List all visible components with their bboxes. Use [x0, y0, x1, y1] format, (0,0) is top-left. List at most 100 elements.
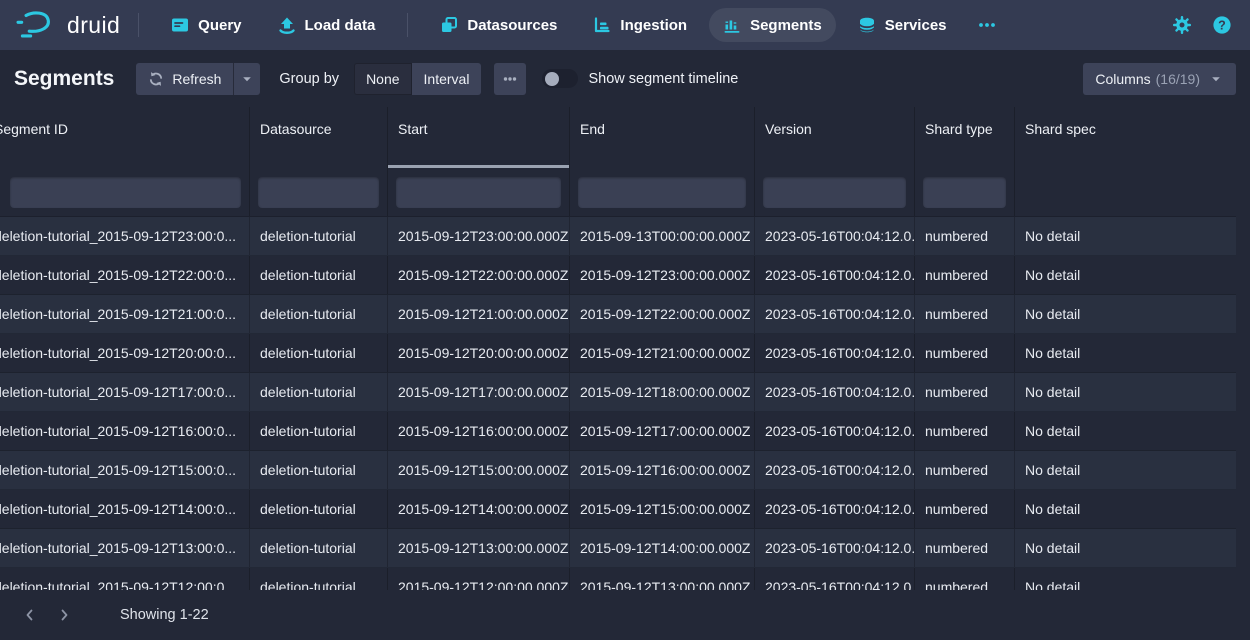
nav-more-button[interactable]	[969, 8, 1005, 42]
group-by-interval-button[interactable]: Interval	[412, 63, 482, 95]
table-cell: 2015-09-12T16:00:00.000Z	[570, 451, 755, 489]
end-filter-input[interactable]	[578, 177, 746, 208]
shard-type-filter-input[interactable]	[923, 177, 1006, 208]
table-cell: No detail	[1015, 451, 1236, 489]
table-cell: 2023-05-16T00:04:12.0...	[755, 295, 915, 333]
table-row[interactable]: deletion-tutorial_2015-09-12T23:00:0...d…	[0, 217, 1236, 256]
load-data-icon	[278, 16, 296, 34]
table-cell: No detail	[1015, 217, 1236, 255]
table-cell: No detail	[1015, 568, 1236, 590]
pagination-bar: Showing 1-22	[0, 590, 1250, 640]
table-row[interactable]: deletion-tutorial_2015-09-12T12:00:0...d…	[0, 568, 1236, 590]
toolbar-more-button[interactable]	[494, 63, 526, 95]
nav-item-load-data[interactable]: Load data	[264, 8, 390, 42]
nav-item-datasources[interactable]: Datasources	[426, 8, 571, 42]
version-filter-input[interactable]	[763, 177, 906, 208]
table-cell: 2015-09-12T13:00:00.000Z	[570, 568, 755, 590]
prev-page-button[interactable]	[16, 601, 44, 629]
table-row[interactable]: deletion-tutorial_2015-09-12T21:00:0...d…	[0, 295, 1236, 334]
segment-id-filter-input[interactable]	[10, 177, 241, 208]
table-row[interactable]: deletion-tutorial_2015-09-12T20:00:0...d…	[0, 334, 1236, 373]
table-row[interactable]: deletion-tutorial_2015-09-12T13:00:0...d…	[0, 529, 1236, 568]
table-cell: 2015-09-12T22:00:00.000Z	[570, 295, 755, 333]
table-cell: deletion-tutorial_2015-09-12T23:00:0...	[0, 217, 250, 255]
table-row[interactable]: deletion-tutorial_2015-09-12T15:00:0...d…	[0, 451, 1236, 490]
group-by-button-group: None Interval	[354, 63, 481, 95]
table-cell: No detail	[1015, 295, 1236, 333]
druid-home-link[interactable]: druid	[16, 10, 120, 41]
column-header-shard-spec[interactable]: Shard spec	[1015, 107, 1236, 168]
start-filter-input[interactable]	[396, 177, 561, 208]
table-cell: deletion-tutorial_2015-09-12T22:00:0...	[0, 256, 250, 294]
more-icon	[977, 16, 997, 34]
column-header-datasource[interactable]: Datasource	[250, 107, 388, 168]
refresh-button[interactable]: Refresh	[136, 63, 233, 95]
table-header-row: Segment ID Datasource Start End Version …	[0, 107, 1236, 168]
filter-cell	[1015, 168, 1236, 216]
column-header-label: Segment ID	[0, 121, 68, 137]
filter-cell	[388, 168, 570, 216]
table-cell: 2023-05-16T00:04:12.0...	[755, 256, 915, 294]
help-button[interactable]: ?	[1212, 15, 1232, 35]
column-header-segment-id[interactable]: Segment ID	[0, 107, 250, 168]
table-cell: deletion-tutorial_2015-09-12T21:00:0...	[0, 295, 250, 333]
segment-timeline-toggle[interactable]	[542, 69, 578, 88]
table-cell: 2015-09-12T12:00:00.000Z	[388, 568, 570, 590]
table-cell: No detail	[1015, 490, 1236, 528]
column-header-shard-type[interactable]: Shard type	[915, 107, 1015, 168]
more-icon	[502, 71, 518, 87]
chevron-down-icon	[239, 71, 255, 87]
table-cell: 2015-09-12T23:00:00.000Z	[388, 217, 570, 255]
group-by-none-button[interactable]: None	[354, 63, 411, 95]
table-cell: deletion-tutorial	[250, 490, 388, 528]
column-header-label: Shard spec	[1025, 121, 1096, 137]
column-header-end[interactable]: End	[570, 107, 755, 168]
nav-item-query[interactable]: Query	[157, 8, 255, 42]
chevron-right-icon	[56, 607, 72, 623]
table-cell: numbered	[915, 334, 1015, 372]
nav-item-label: Ingestion	[620, 17, 687, 34]
table-cell: 2015-09-12T15:00:00.000Z	[570, 490, 755, 528]
table-cell: numbered	[915, 568, 1015, 590]
page-title: Segments	[14, 67, 114, 91]
column-header-version[interactable]: Version	[755, 107, 915, 168]
table-cell: deletion-tutorial_2015-09-12T20:00:0...	[0, 334, 250, 372]
nav-item-label: Segments	[750, 17, 822, 34]
table-row[interactable]: deletion-tutorial_2015-09-12T14:00:0...d…	[0, 490, 1236, 529]
datasource-filter-input[interactable]	[258, 177, 379, 208]
table-cell: deletion-tutorial	[250, 529, 388, 567]
table-cell: numbered	[915, 373, 1015, 411]
settings-button[interactable]	[1172, 15, 1192, 35]
column-header-start[interactable]: Start	[388, 107, 570, 168]
svg-text:?: ?	[1218, 18, 1226, 32]
nav-item-segments[interactable]: Segments	[709, 8, 836, 42]
table-row[interactable]: deletion-tutorial_2015-09-12T17:00:0...d…	[0, 373, 1236, 412]
table-cell: 2023-05-16T00:04:12.0...	[755, 334, 915, 372]
table-cell: 2015-09-12T16:00:00.000Z	[388, 412, 570, 450]
table-cell: 2015-09-13T00:00:00.000Z	[570, 217, 755, 255]
table-cell: deletion-tutorial_2015-09-12T16:00:0...	[0, 412, 250, 450]
table-cell: No detail	[1015, 412, 1236, 450]
table-cell: 2023-05-16T00:04:12.0...	[755, 373, 915, 411]
group-by-label: Group by	[279, 71, 339, 87]
columns-button[interactable]: Columns (16/19)	[1083, 63, 1236, 95]
refresh-icon	[148, 71, 164, 87]
nav-item-services[interactable]: Services	[844, 8, 961, 42]
refresh-dropdown-button[interactable]	[233, 63, 260, 95]
table-row[interactable]: deletion-tutorial_2015-09-12T22:00:0...d…	[0, 256, 1236, 295]
chevron-left-icon	[22, 607, 38, 623]
table-body: deletion-tutorial_2015-09-12T23:00:0...d…	[0, 217, 1236, 590]
segments-toolbar: Segments Refresh Group by	[0, 50, 1250, 107]
filter-cell	[915, 168, 1015, 216]
table-cell: deletion-tutorial	[250, 295, 388, 333]
table-cell: 2015-09-12T15:00:00.000Z	[388, 451, 570, 489]
table-row[interactable]: deletion-tutorial_2015-09-12T16:00:0...d…	[0, 412, 1236, 451]
columns-button-label: Columns	[1095, 71, 1150, 87]
column-header-label: End	[580, 121, 605, 137]
refresh-button-label: Refresh	[172, 71, 221, 87]
nav-item-ingestion[interactable]: Ingestion	[579, 8, 701, 42]
next-page-button[interactable]	[50, 601, 78, 629]
table-cell: 2015-09-12T14:00:00.000Z	[570, 529, 755, 567]
table-cell: deletion-tutorial	[250, 217, 388, 255]
column-header-label: Version	[765, 121, 812, 137]
